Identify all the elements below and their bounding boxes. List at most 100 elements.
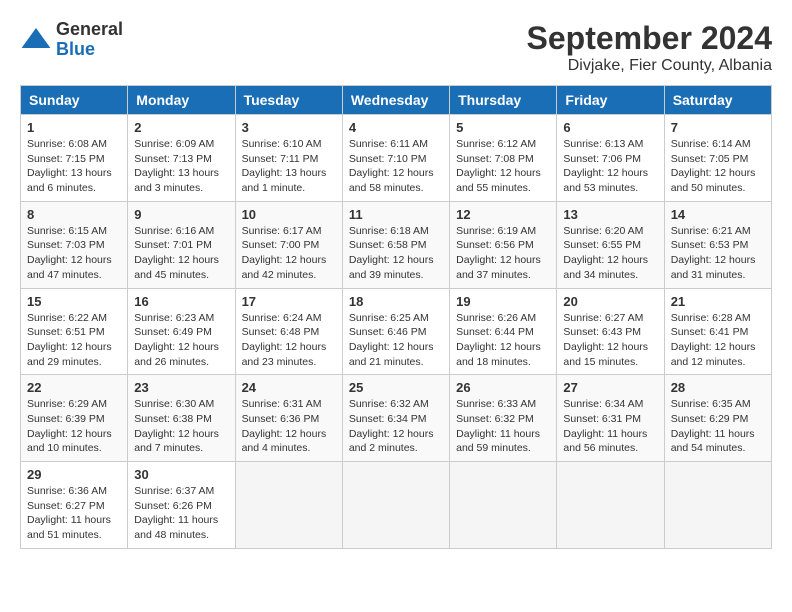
day-number: 14 <box>671 207 765 222</box>
day-number: 12 <box>456 207 550 222</box>
calendar-cell <box>235 462 342 549</box>
calendar-cell: 12 Sunrise: 6:19 AMSunset: 6:56 PMDayligh… <box>450 201 557 288</box>
day-number: 17 <box>242 294 336 309</box>
day-info: Sunrise: 6:25 AMSunset: 6:46 PMDaylight:… <box>349 311 443 370</box>
col-header-wednesday: Wednesday <box>342 86 449 115</box>
day-number: 23 <box>134 380 228 395</box>
day-info: Sunrise: 6:36 AMSunset: 6:27 PMDaylight:… <box>27 484 121 543</box>
day-info: Sunrise: 6:09 AMSunset: 7:13 PMDaylight:… <box>134 137 228 196</box>
day-number: 28 <box>671 380 765 395</box>
calendar-cell: 16 Sunrise: 6:23 AMSunset: 6:49 PMDayligh… <box>128 288 235 375</box>
location-text: Divjake, Fier County, Albania <box>527 57 772 75</box>
day-info: Sunrise: 6:33 AMSunset: 6:32 PMDaylight:… <box>456 397 550 456</box>
logo-blue-text: Blue <box>56 40 123 60</box>
day-info: Sunrise: 6:22 AMSunset: 6:51 PMDaylight:… <box>27 311 121 370</box>
calendar-table: SundayMondayTuesdayWednesdayThursdayFrid… <box>20 85 772 549</box>
day-number: 3 <box>242 120 336 135</box>
day-number: 15 <box>27 294 121 309</box>
col-header-saturday: Saturday <box>664 86 771 115</box>
col-header-tuesday: Tuesday <box>235 86 342 115</box>
calendar-cell: 28 Sunrise: 6:35 AMSunset: 6:29 PMDayligh… <box>664 375 771 462</box>
col-header-thursday: Thursday <box>450 86 557 115</box>
day-info: Sunrise: 6:32 AMSunset: 6:34 PMDaylight:… <box>349 397 443 456</box>
calendar-cell: 29Sunrise: 6:36 AMSunset: 6:27 PMDayligh… <box>21 462 128 549</box>
calendar-cell: 2 Sunrise: 6:09 AMSunset: 7:13 PMDaylight… <box>128 115 235 202</box>
calendar-cell: 24 Sunrise: 6:31 AMSunset: 6:36 PMDayligh… <box>235 375 342 462</box>
calendar-cell: 21 Sunrise: 6:28 AMSunset: 6:41 PMDayligh… <box>664 288 771 375</box>
calendar-cell: 17 Sunrise: 6:24 AMSunset: 6:48 PMDayligh… <box>235 288 342 375</box>
day-info: Sunrise: 6:19 AMSunset: 6:56 PMDaylight:… <box>456 224 550 283</box>
calendar-week-row: 8 Sunrise: 6:15 AMSunset: 7:03 PMDaylight… <box>21 201 772 288</box>
calendar-cell: 4Sunrise: 6:11 AMSunset: 7:10 PMDaylight… <box>342 115 449 202</box>
calendar-week-row: 15 Sunrise: 6:22 AMSunset: 6:51 PMDayligh… <box>21 288 772 375</box>
calendar-cell: 3 Sunrise: 6:10 AMSunset: 7:11 PMDaylight… <box>235 115 342 202</box>
calendar-cell <box>664 462 771 549</box>
day-number: 21 <box>671 294 765 309</box>
day-number: 11 <box>349 207 443 222</box>
calendar-cell: 6Sunrise: 6:13 AMSunset: 7:06 PMDaylight… <box>557 115 664 202</box>
calendar-cell: 27Sunrise: 6:34 AMSunset: 6:31 PMDayligh… <box>557 375 664 462</box>
day-info: Sunrise: 6:20 AMSunset: 6:55 PMDaylight:… <box>563 224 657 283</box>
day-number: 18 <box>349 294 443 309</box>
logo-icon <box>20 24 52 56</box>
day-info: Sunrise: 6:35 AMSunset: 6:29 PMDaylight:… <box>671 397 765 456</box>
day-number: 9 <box>134 207 228 222</box>
calendar-week-row: 1Sunrise: 6:08 AMSunset: 7:15 PMDaylight… <box>21 115 772 202</box>
day-info: Sunrise: 6:11 AMSunset: 7:10 PMDaylight:… <box>349 137 443 196</box>
day-info: Sunrise: 6:23 AMSunset: 6:49 PMDaylight:… <box>134 311 228 370</box>
calendar-week-row: 22 Sunrise: 6:29 AMSunset: 6:39 PMDayligh… <box>21 375 772 462</box>
day-number: 24 <box>242 380 336 395</box>
calendar-cell: 23 Sunrise: 6:30 AMSunset: 6:38 PMDayligh… <box>128 375 235 462</box>
day-number: 20 <box>563 294 657 309</box>
day-info: Sunrise: 6:28 AMSunset: 6:41 PMDaylight:… <box>671 311 765 370</box>
day-info: Sunrise: 6:27 AMSunset: 6:43 PMDaylight:… <box>563 311 657 370</box>
calendar-header-row: SundayMondayTuesdayWednesdayThursdayFrid… <box>21 86 772 115</box>
calendar-cell <box>342 462 449 549</box>
calendar-cell <box>450 462 557 549</box>
day-number: 2 <box>134 120 228 135</box>
day-number: 16 <box>134 294 228 309</box>
day-info: Sunrise: 6:15 AMSunset: 7:03 PMDaylight:… <box>27 224 121 283</box>
title-block: September 2024 Divjake, Fier County, Alb… <box>527 20 772 75</box>
day-info: Sunrise: 6:30 AMSunset: 6:38 PMDaylight:… <box>134 397 228 456</box>
day-info: Sunrise: 6:31 AMSunset: 6:36 PMDaylight:… <box>242 397 336 456</box>
page-header: General Blue September 2024 Divjake, Fie… <box>20 20 772 75</box>
day-number: 7 <box>671 120 765 135</box>
calendar-cell: 20 Sunrise: 6:27 AMSunset: 6:43 PMDayligh… <box>557 288 664 375</box>
calendar-cell: 9Sunrise: 6:16 AMSunset: 7:01 PMDaylight… <box>128 201 235 288</box>
day-info: Sunrise: 6:37 AMSunset: 6:26 PMDaylight:… <box>134 484 228 543</box>
calendar-cell: 8 Sunrise: 6:15 AMSunset: 7:03 PMDaylight… <box>21 201 128 288</box>
calendar-week-row: 29Sunrise: 6:36 AMSunset: 6:27 PMDayligh… <box>21 462 772 549</box>
day-info: Sunrise: 6:26 AMSunset: 6:44 PMDaylight:… <box>456 311 550 370</box>
calendar-cell: 19 Sunrise: 6:26 AMSunset: 6:44 PMDayligh… <box>450 288 557 375</box>
day-number: 19 <box>456 294 550 309</box>
col-header-monday: Monday <box>128 86 235 115</box>
day-number: 27 <box>563 380 657 395</box>
calendar-cell: 18 Sunrise: 6:25 AMSunset: 6:46 PMDayligh… <box>342 288 449 375</box>
day-number: 22 <box>27 380 121 395</box>
calendar-cell: 1Sunrise: 6:08 AMSunset: 7:15 PMDaylight… <box>21 115 128 202</box>
day-info: Sunrise: 6:29 AMSunset: 6:39 PMDaylight:… <box>27 397 121 456</box>
day-number: 5 <box>456 120 550 135</box>
day-info: Sunrise: 6:12 AMSunset: 7:08 PMDaylight:… <box>456 137 550 196</box>
col-header-sunday: Sunday <box>21 86 128 115</box>
day-info: Sunrise: 6:08 AMSunset: 7:15 PMDaylight:… <box>27 137 121 196</box>
calendar-cell: 5 Sunrise: 6:12 AMSunset: 7:08 PMDaylight… <box>450 115 557 202</box>
calendar-cell: 13 Sunrise: 6:20 AMSunset: 6:55 PMDayligh… <box>557 201 664 288</box>
day-info: Sunrise: 6:17 AMSunset: 7:00 PMDaylight:… <box>242 224 336 283</box>
day-info: Sunrise: 6:24 AMSunset: 6:48 PMDaylight:… <box>242 311 336 370</box>
calendar-cell: 14Sunrise: 6:21 AMSunset: 6:53 PMDayligh… <box>664 201 771 288</box>
day-number: 30 <box>134 467 228 482</box>
day-info: Sunrise: 6:10 AMSunset: 7:11 PMDaylight:… <box>242 137 336 196</box>
calendar-cell: 30 Sunrise: 6:37 AMSunset: 6:26 PMDayligh… <box>128 462 235 549</box>
calendar-cell: 11Sunrise: 6:18 AMSunset: 6:58 PMDayligh… <box>342 201 449 288</box>
day-number: 8 <box>27 207 121 222</box>
calendar-cell: 7Sunrise: 6:14 AMSunset: 7:05 PMDaylight… <box>664 115 771 202</box>
calendar-cell <box>557 462 664 549</box>
month-title: September 2024 <box>527 20 772 57</box>
day-number: 13 <box>563 207 657 222</box>
calendar-cell: 26Sunrise: 6:33 AMSunset: 6:32 PMDayligh… <box>450 375 557 462</box>
logo-general-text: General <box>56 20 123 40</box>
calendar-cell: 15 Sunrise: 6:22 AMSunset: 6:51 PMDayligh… <box>21 288 128 375</box>
calendar-cell: 25Sunrise: 6:32 AMSunset: 6:34 PMDayligh… <box>342 375 449 462</box>
